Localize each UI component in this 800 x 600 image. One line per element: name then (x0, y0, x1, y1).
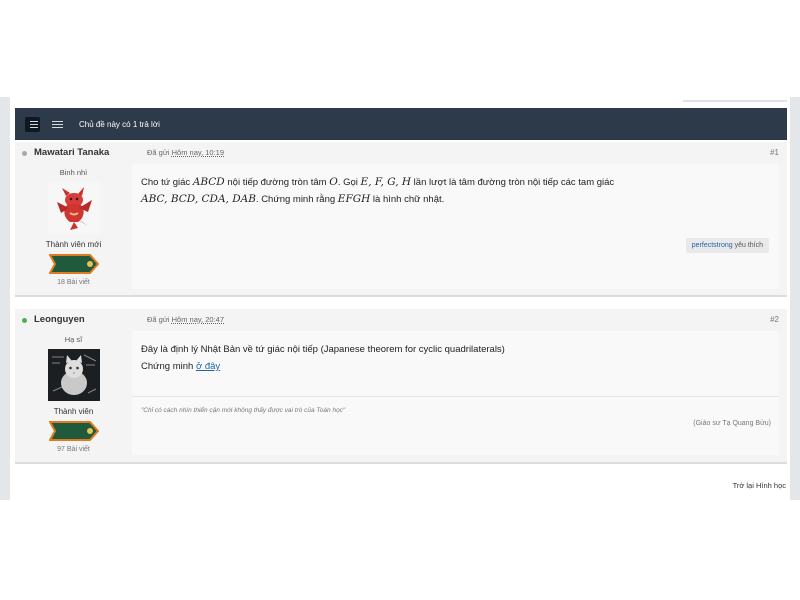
avatar-cat-chalkboard[interactable] (47, 349, 100, 401)
post-author-row: Mawatari Tanaka Đã gửi Hôm nay, 10:19 #1 (15, 142, 787, 164)
avatar-red-dragon[interactable] (47, 182, 100, 234)
math-expression: E, F, G, H (360, 176, 412, 188)
author-name-link[interactable]: Leonguyen (34, 314, 85, 325)
rank-ribbon-icon (47, 421, 99, 441)
post-text-segment: lần lượt là tâm đường tròn nội tiếp các … (411, 177, 615, 188)
post-1: Mawatari Tanaka Đã gửi Hôm nay, 10:19 #1… (15, 142, 787, 295)
like-text: yêu thích (732, 242, 763, 249)
post-text-segment: là hình chữ nhật. (370, 194, 445, 205)
top-tab-edge (683, 96, 787, 102)
post-count: 18 Bài viết (57, 279, 90, 286)
post-time: Hôm nay, 20:47 (171, 315, 225, 324)
user-info-column: Hạ sĩ Thành viên 97 Bài viết (15, 331, 132, 453)
topic-header-bar: Chủ đề này có 1 trả lời (15, 108, 787, 140)
post-text-segment: nội tiếp đường tròn tâm (224, 177, 330, 188)
signature-quote: "Chỉ có cách nhìn thiển cận mới không th… (141, 407, 346, 414)
post-separator (15, 462, 787, 464)
threaded-view-icon[interactable] (25, 116, 40, 132)
math-expression: ABC, BCD, CDA, DAB (141, 193, 256, 205)
rank-ribbon-icon (47, 254, 99, 274)
post-meta: Đã gửi Hôm nay, 20:47 (147, 315, 224, 324)
post-number-link[interactable]: #2 (770, 315, 779, 324)
member-title: Thành viên mới (45, 240, 102, 249)
posted-label: Đã gửi (147, 148, 170, 157)
math-expression: O (329, 176, 338, 188)
post-body: Đây là định lý Nhật Bản về tứ giác nội t… (141, 341, 761, 375)
proof-link[interactable]: ở đây (196, 361, 220, 372)
post-content: Đây là định lý Nhật Bản về tứ giác nội t… (132, 331, 779, 455)
offline-status-icon (22, 151, 27, 156)
post-text-segment: Đây là định lý Nhật Bản về tứ giác nội t… (141, 344, 505, 355)
post-time: Hôm nay, 10:19 (171, 148, 225, 157)
post-body: Cho tứ giác ABCD nội tiếp đường tròn tâm… (141, 174, 761, 208)
like-user-link[interactable]: perfectstrong (692, 242, 733, 249)
linear-view-icon[interactable] (50, 117, 65, 132)
post-text-segment: . Chứng minh rằng (255, 194, 338, 205)
post-2: Leonguyen Đã gửi Hôm nay, 20:47 #2 Hạ sĩ… (15, 309, 787, 462)
page-right-gutter (790, 97, 800, 500)
user-info-column: Binh nhì Thành viên mới 18 Bài viết (15, 164, 132, 286)
post-meta: Đã gửi Hôm nay, 10:19 (147, 148, 224, 157)
back-to-forum-link[interactable]: Trở lại Hình học (733, 481, 786, 490)
online-status-icon (22, 318, 27, 323)
post-count: 97 Bài viết (57, 446, 90, 453)
math-expression: ABCD (192, 176, 225, 188)
post-author-row: Leonguyen Đã gửi Hôm nay, 20:47 #2 (15, 309, 787, 331)
post-text-segment: . Gọi (337, 177, 361, 188)
post-text-segment: Cho tứ giác (141, 177, 193, 188)
signature-divider (132, 396, 779, 397)
page-left-gutter (0, 97, 10, 500)
author-name-link[interactable]: Mawatari Tanaka (34, 147, 109, 158)
posted-label: Đã gửi (147, 315, 170, 324)
member-title: Thành viên (53, 407, 94, 416)
post-separator (15, 295, 787, 297)
post-text-segment: Chứng minh (141, 361, 196, 372)
post-number-link[interactable]: #1 (770, 148, 779, 157)
user-rank: Hạ sĩ (64, 335, 83, 344)
post-content: Cho tứ giác ABCD nội tiếp đường tròn tâm… (132, 164, 779, 289)
user-rank: Binh nhì (59, 168, 88, 177)
signature-author: (Giáo sư Tạ Quang Bửu) (693, 420, 771, 427)
reply-count-text: Chủ đề này có 1 trả lời (79, 119, 160, 129)
math-expression: EFGH (337, 193, 371, 205)
like-badge: perfectstrong yêu thích (685, 238, 769, 253)
